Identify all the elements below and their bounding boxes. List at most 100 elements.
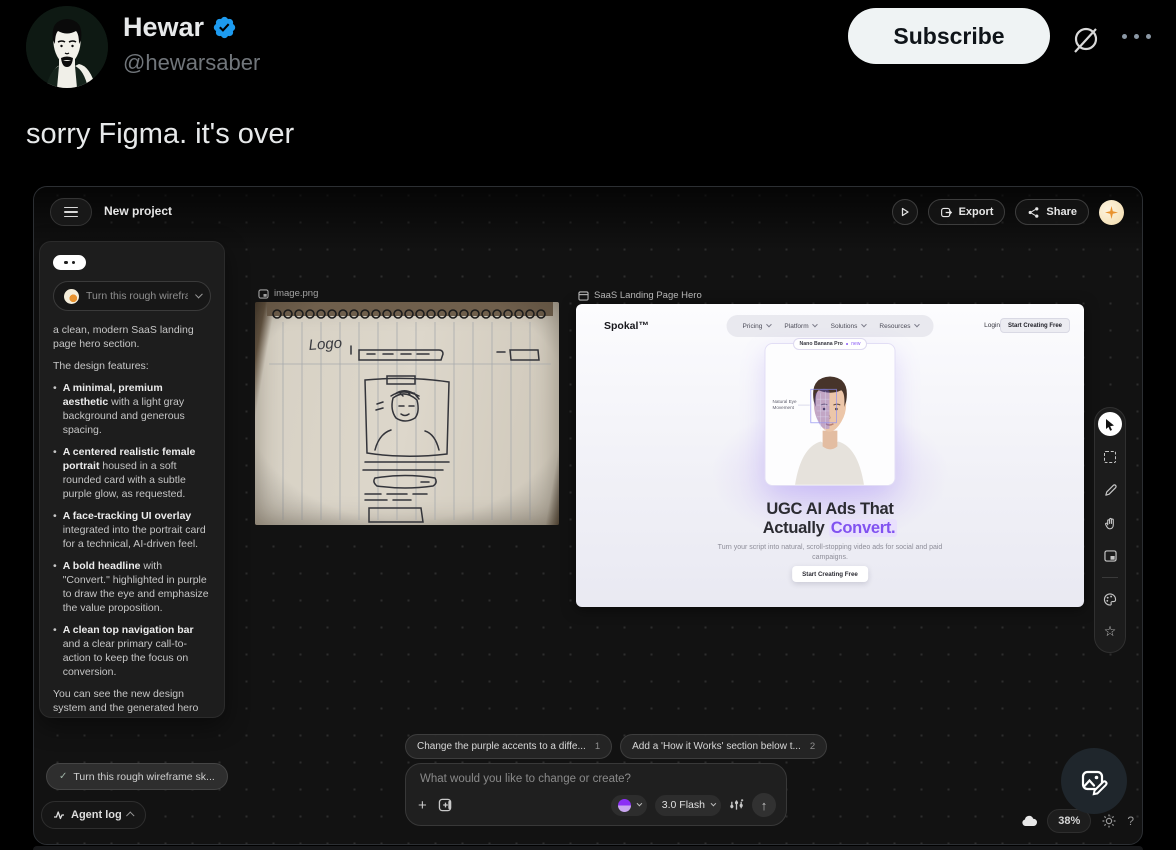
- overlay-label: Natural Eye Movement: [773, 399, 799, 411]
- assistant-panel: Turn this rough wirefram.... a clean, mo…: [39, 241, 225, 718]
- brightness-icon[interactable]: [1100, 814, 1118, 828]
- style-swatch: [618, 799, 631, 812]
- landing-hero-cta: Start Creating Free: [792, 566, 868, 582]
- edit-image-fab[interactable]: [1061, 748, 1127, 814]
- suggestion-chip[interactable]: Add a 'How it Works' section below t...2: [620, 734, 827, 759]
- avatar[interactable]: [26, 6, 108, 88]
- chip-shortcut: 2: [810, 741, 815, 752]
- portrait-illustration: [766, 344, 895, 485]
- cursor-icon: [1104, 418, 1116, 431]
- subscribe-button[interactable]: Subscribe: [848, 8, 1050, 64]
- feature-item: •A clean top navigation bar and a clear …: [53, 623, 211, 679]
- feature-item: •A minimal, premium aesthetic with a lig…: [53, 381, 211, 437]
- chevron-up-icon: [126, 811, 134, 819]
- features-heading: The design features:: [53, 359, 211, 373]
- panel-more-icon[interactable]: [53, 255, 86, 270]
- tune-icon[interactable]: [729, 798, 744, 812]
- landing-nav-cta: Start Creating Free: [1000, 318, 1070, 333]
- image-tool-icon: [1104, 550, 1117, 562]
- export-label: Export: [959, 206, 994, 218]
- hand-icon: [1104, 517, 1117, 530]
- suggestion-chips: Change the purple accents to a diffe...1…: [405, 734, 827, 759]
- favorites-tool[interactable]: ☆: [1098, 620, 1122, 644]
- feature-item: •A centered realistic female portrait ho…: [53, 445, 211, 501]
- prompt-input[interactable]: [420, 773, 720, 785]
- status-bar: 38% ?: [1020, 809, 1134, 833]
- pencil-icon: [1104, 484, 1117, 497]
- palette-icon: [1103, 593, 1117, 606]
- user-handle[interactable]: @hewarsaber: [123, 50, 260, 76]
- tweet-text: sorry Figma. it's over: [26, 118, 294, 151]
- image-object-label[interactable]: image.png: [258, 288, 318, 299]
- landing-headline: UGC AI Ads That Actually Convert.: [576, 500, 1084, 538]
- feature-item: •A face-tracking UI overlay integrated i…: [53, 509, 211, 551]
- style-selector[interactable]: [611, 795, 647, 816]
- divider: [1102, 577, 1118, 578]
- star-pen-icon: [1105, 206, 1118, 219]
- model-badge: Nano Banana Pro new: [793, 338, 868, 350]
- outro-text: You can see the new design system and th…: [53, 687, 211, 718]
- marquee-tool[interactable]: [1098, 445, 1122, 469]
- chip-shortcut: 1: [595, 741, 600, 752]
- feature-item: •A bold headline with "Convert." highlig…: [53, 559, 211, 615]
- completed-task-chip[interactable]: ✓ Turn this rough wireframe sk...: [46, 763, 228, 790]
- send-arrow-icon: ↑: [761, 798, 768, 813]
- landing-brand: Spokal™: [604, 320, 649, 332]
- model-label: 3.0 Flash: [662, 799, 705, 811]
- select-tool[interactable]: [1098, 412, 1122, 436]
- grok-icon[interactable]: [1066, 20, 1106, 60]
- share-icon: [1027, 206, 1040, 219]
- theme-tool[interactable]: [1098, 587, 1122, 611]
- landing-nav: Pricing Platform Solutions Resources: [727, 315, 934, 337]
- model-selector[interactable]: 3.0 Flash: [655, 795, 721, 816]
- image-tool[interactable]: [1098, 544, 1122, 568]
- assistant-message: a clean, modern SaaS landing page hero s…: [53, 323, 211, 718]
- account-avatar[interactable]: [1099, 200, 1124, 225]
- frame-label[interactable]: SaaS Landing Page Hero: [578, 290, 702, 301]
- export-button[interactable]: Export: [928, 199, 1006, 225]
- nav-item: Solutions: [831, 323, 865, 330]
- insert-frame-icon: [438, 798, 453, 812]
- insert-frame-button[interactable]: [438, 798, 453, 812]
- help-button[interactable]: ?: [1127, 814, 1134, 828]
- check-icon: ✓: [59, 771, 67, 782]
- agent-log-button[interactable]: Agent log: [41, 801, 146, 829]
- highlight-word: Convert.: [829, 519, 898, 537]
- chevron-down-icon: [711, 801, 717, 807]
- attach-button[interactable]: +: [418, 797, 438, 814]
- display-name-row[interactable]: Hewar: [123, 12, 237, 43]
- nav-item: Resources: [879, 323, 917, 330]
- hand-tool[interactable]: [1098, 511, 1122, 535]
- chevron-down-icon: [195, 291, 203, 299]
- wireframe-sketch: Logo: [255, 302, 559, 525]
- chevron-down-icon: [636, 801, 642, 807]
- profile-illustration: [26, 6, 108, 88]
- task-avatar-icon: [64, 289, 79, 304]
- hamburger-menu-icon[interactable]: [50, 198, 92, 226]
- more-menu-icon[interactable]: [1122, 34, 1151, 39]
- share-button[interactable]: Share: [1015, 199, 1089, 225]
- landing-login: Login: [984, 322, 1000, 329]
- design-app-window: New project Export Share Turn this rough: [33, 186, 1143, 845]
- landing-subtext: Turn your script into natural, scroll-st…: [715, 543, 945, 562]
- task-dropdown[interactable]: Turn this rough wirefram....: [53, 281, 211, 311]
- wireframe-photo[interactable]: Logo: [255, 302, 559, 525]
- portrait-card: Nano Banana Pro new Natural Eye Movement: [765, 343, 896, 486]
- image-icon: [258, 289, 269, 299]
- completed-task-label: Turn this rough wireframe sk...: [73, 771, 214, 783]
- screenshot-root: Hewar @hewarsaber Subscribe sorry Figma.…: [0, 0, 1176, 850]
- send-button[interactable]: ↑: [752, 793, 776, 817]
- landing-page-frame[interactable]: Spokal™ Pricing Platform Solutions Resou…: [576, 304, 1084, 607]
- nav-item: Platform: [784, 323, 815, 330]
- nav-item: Pricing: [743, 323, 770, 330]
- marquee-icon: [1104, 451, 1116, 463]
- star-icon: ☆: [1104, 625, 1117, 639]
- suggestion-chip[interactable]: Change the purple accents to a diffe...1: [405, 734, 612, 759]
- next-element-edge: [33, 846, 1143, 850]
- plus-icon: +: [418, 797, 427, 814]
- play-button[interactable]: [892, 199, 918, 225]
- agent-log-icon: [53, 809, 65, 821]
- frame-icon: [578, 291, 589, 301]
- agent-log-label: Agent log: [71, 809, 122, 821]
- pencil-tool[interactable]: [1098, 478, 1122, 502]
